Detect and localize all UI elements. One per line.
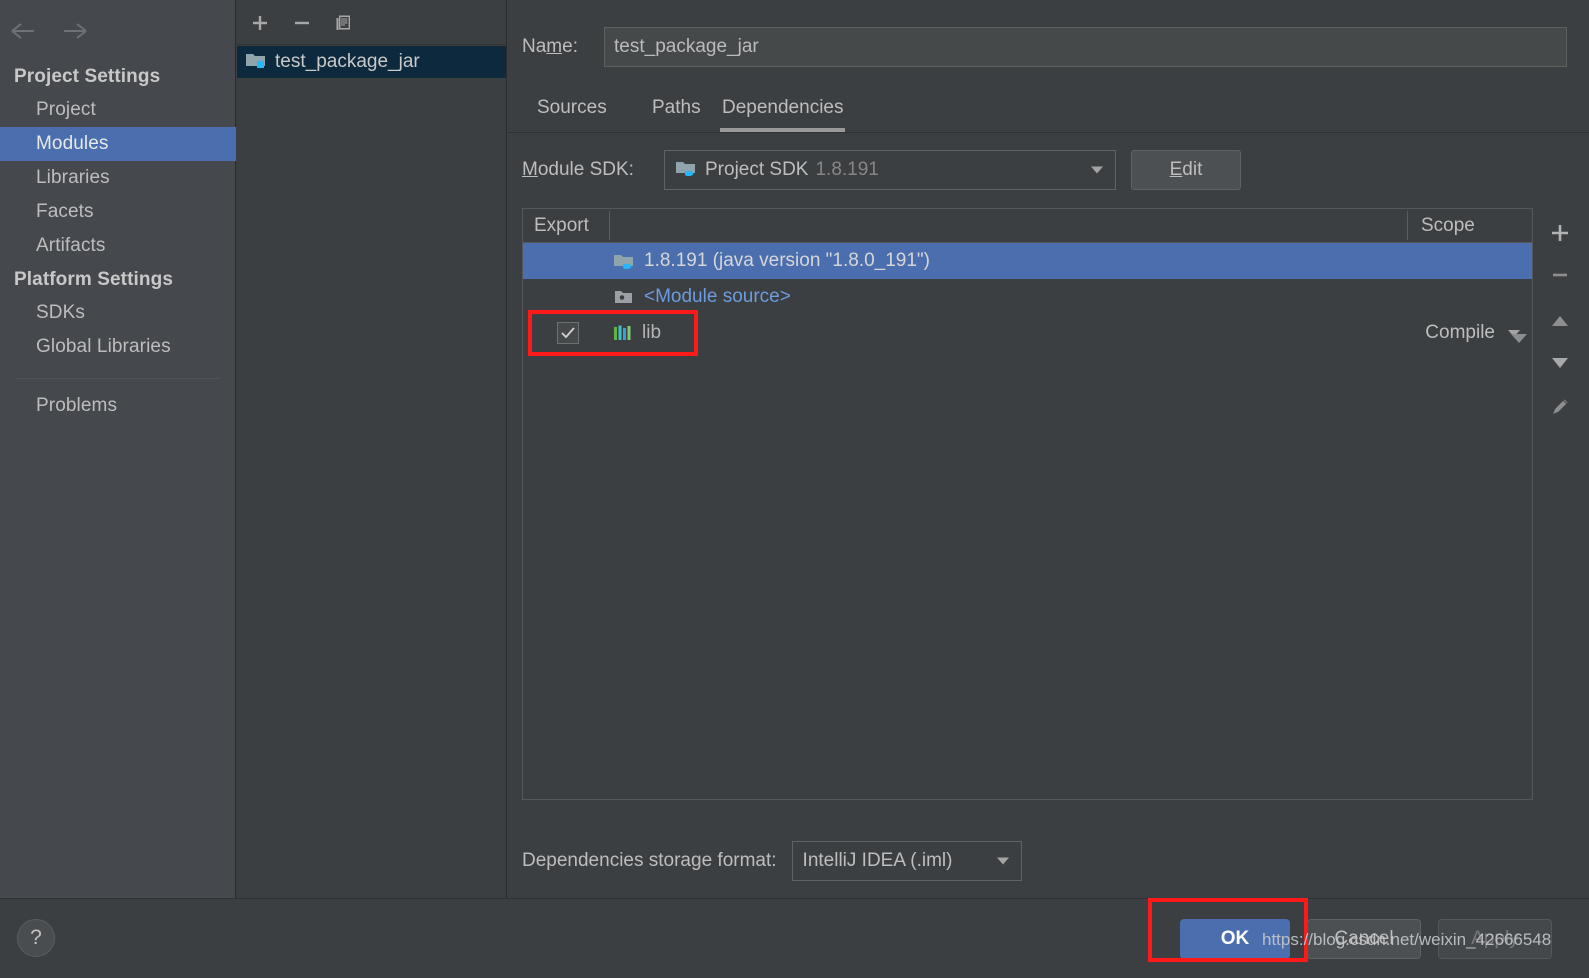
column-divider[interactable] [1407,211,1408,240]
watermark-text: https://blog.csdn.net/weixin_42666548 [1262,930,1552,949]
sidebar-item-modules[interactable]: Modules [0,127,236,161]
sidebar-item-project[interactable]: Project [0,93,236,127]
chevron-down-icon [1091,166,1103,174]
module-list-panel: test_package_jar [237,0,507,898]
sidebar-item-sdks[interactable]: SDKs [0,296,236,330]
library-bars-icon [613,324,633,342]
table-row[interactable]: 1.8.191 (java version "1.8.0_191") [523,243,1532,279]
module-folder-icon [245,51,267,74]
sidebar-item-facets[interactable]: Facets [0,195,236,229]
module-sdk-value: Project SDK [705,159,809,180]
sidebar-item-problems[interactable]: Problems [0,389,236,423]
module-name-label: Name: [522,36,578,57]
sidebar-item-libraries[interactable]: Libraries [0,161,236,195]
scope-value: Compile [1425,322,1495,343]
storage-format-value: IntelliJ IDEA (.iml) [802,850,953,871]
storage-format-row: Dependencies storage format: IntelliJ ID… [508,838,1589,884]
list-item[interactable]: test_package_jar [237,46,506,78]
jdk-folder-icon [613,252,635,270]
sidebar-item-artifacts[interactable]: Artifacts [0,229,236,263]
column-divider[interactable] [609,211,610,240]
edit-sdk-button[interactable]: Edit [1131,150,1241,190]
arrow-right-icon[interactable] [58,14,92,48]
storage-format-label: Dependencies storage format: [522,850,777,871]
module-name-input[interactable]: test_package_jar [604,27,1567,67]
module-sdk-row: Module SDK: Project SDK 1.8.191 Edit [508,148,1589,192]
scope-select[interactable]: Compile [1425,322,1520,344]
module-sdk-version: 1.8.191 [815,159,879,180]
dependencies-table-header: Export Scope [523,209,1532,243]
arrow-left-icon[interactable] [6,14,40,48]
tab-dependencies[interactable]: Dependencies [720,88,846,132]
table-row[interactable]: <Module source> [523,279,1532,315]
dependency-name: 1.8.191 (java version "1.8.0_191") [644,250,931,271]
sidebar-group-project-settings: Project Settings [14,66,161,87]
module-list-item-label: test_package_jar [275,51,420,72]
storage-format-select[interactable]: IntelliJ IDEA (.iml) [791,841,1022,881]
pencil-icon[interactable] [1538,386,1582,428]
tab-sources[interactable]: Sources [535,88,609,132]
column-header-scope[interactable]: Scope [1421,209,1475,242]
module-source-icon [613,288,635,306]
add-module-button[interactable] [243,6,277,40]
project-structure-dialog: Project Settings Project Modules Librari… [0,0,1589,978]
add-dependency-button[interactable] [1538,212,1582,254]
sidebar-group-platform-settings: Platform Settings [14,269,173,290]
table-scroll-down-icon[interactable] [1511,334,1527,343]
module-detail-pane: Name: test_package_jar Sources Paths Dep… [508,0,1589,898]
dependency-name: <Module source> [644,286,791,307]
copy-module-icon[interactable] [327,6,361,40]
export-checkbox[interactable] [557,322,579,344]
sidebar-divider [16,378,220,379]
table-row[interactable]: lib Compile [523,315,1532,351]
dependency-name: lib [642,322,662,343]
remove-module-button[interactable] [285,6,319,40]
module-sdk-label: Module SDK: [522,159,634,180]
dependencies-toolbar [1538,208,1582,800]
module-tabs: Sources Paths Dependencies [508,88,1589,133]
chevron-down-icon [996,857,1009,865]
dependencies-table: Export Scope 1.8.191 (java version "1.8.… [522,208,1533,800]
column-header-export[interactable]: Export [534,209,589,242]
sidebar-navigation [0,14,236,54]
module-list-toolbar [237,0,506,45]
help-button[interactable]: ? [17,919,55,957]
jdk-folder-icon [675,159,697,182]
tab-paths[interactable]: Paths [650,88,703,132]
sidebar-item-global-libraries[interactable]: Global Libraries [0,330,236,364]
module-name-row: Name: test_package_jar [508,26,1589,68]
module-sdk-select[interactable]: Project SDK 1.8.191 [664,150,1116,190]
move-up-icon[interactable] [1538,300,1582,342]
move-down-icon[interactable] [1538,342,1582,384]
remove-dependency-button[interactable] [1538,254,1582,296]
settings-sidebar: Project Settings Project Modules Librari… [0,0,236,898]
